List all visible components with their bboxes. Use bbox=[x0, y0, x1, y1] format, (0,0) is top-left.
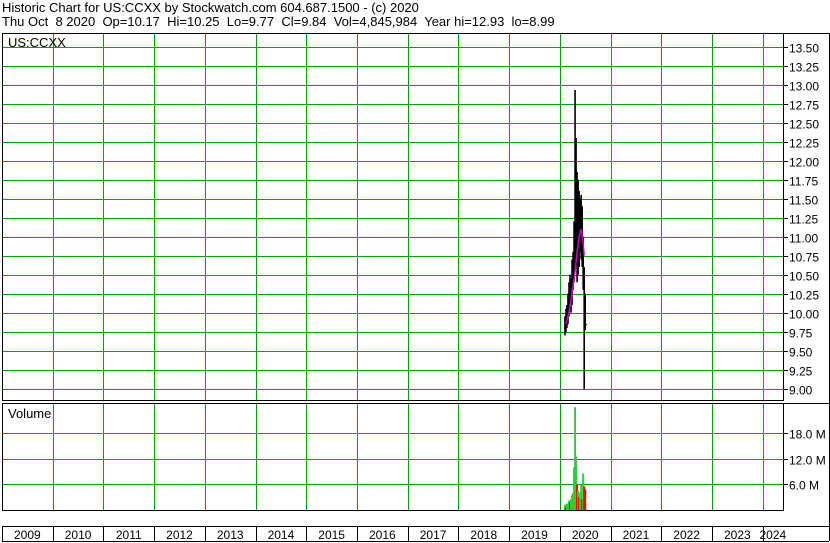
volume-tick-label: 6.0 M bbox=[789, 479, 819, 493]
x-tick-label: 2012 bbox=[166, 528, 193, 542]
volume-panel-label: Volume bbox=[8, 406, 51, 421]
y-tick-label: 13.25 bbox=[789, 61, 819, 75]
y-tick-label: 12.50 bbox=[789, 118, 819, 132]
grid-lines bbox=[2, 33, 783, 510]
volume-bar bbox=[584, 489, 587, 510]
y-tick-label: 11.50 bbox=[789, 194, 818, 208]
x-tick-label: 2010 bbox=[65, 528, 92, 542]
chart-window: Historic Chart for US:CCXX by Stockwatch… bbox=[0, 0, 830, 543]
y-tick-label: 12.25 bbox=[789, 137, 819, 151]
x-tick-label: 2015 bbox=[318, 528, 345, 542]
x-tick-label: 2016 bbox=[369, 528, 396, 542]
stock-chart: 2009 2010 2011 2012 2013 2014 2015 2016 2017 2018… bbox=[2, 33, 830, 543]
x-tick-label: 2014 bbox=[268, 528, 295, 542]
volume-tick-label: 18.0 M bbox=[789, 428, 826, 442]
y-tick-label: 10.50 bbox=[789, 270, 819, 284]
y-tick-label: 12.75 bbox=[789, 99, 819, 113]
axis-labels: 2009 2010 2011 2012 2013 2014 2015 2016 2017 2018… bbox=[14, 42, 826, 543]
x-tick-label: 2020 bbox=[572, 528, 599, 542]
y-tick-label: 13.00 bbox=[789, 80, 819, 94]
y-tick-label: 9.50 bbox=[789, 346, 813, 360]
y-tick-label: 9.75 bbox=[789, 327, 813, 341]
volume-panel-frame bbox=[2, 403, 784, 511]
x-tick-label: 2009 bbox=[14, 528, 41, 542]
price-panel-frame bbox=[2, 33, 784, 401]
price-panel-label: US:CCXX bbox=[8, 35, 66, 50]
y-tick-label: 9.00 bbox=[789, 384, 813, 398]
chart-frame bbox=[2, 33, 830, 542]
y-tick-label: 10.25 bbox=[789, 289, 819, 303]
x-tick-label: 2021 bbox=[623, 528, 650, 542]
x-tick-label: 2017 bbox=[420, 528, 447, 542]
y-tick-label: 10.75 bbox=[789, 251, 819, 265]
y-tick-label: 11.00 bbox=[789, 232, 818, 246]
x-tick-label: 2018 bbox=[470, 528, 497, 542]
price-bars bbox=[564, 89, 588, 390]
x-tick-label: 2023 bbox=[724, 528, 751, 542]
x-tick-label: 2022 bbox=[673, 528, 700, 542]
volume-bars bbox=[563, 407, 587, 510]
y-tick-label: 12.00 bbox=[789, 156, 819, 170]
y-tick-label: 11.25 bbox=[789, 213, 818, 227]
y-tick-label: 13.50 bbox=[789, 42, 819, 56]
x-tick-label: 2011 bbox=[116, 528, 142, 542]
y-tick-label: 11.75 bbox=[789, 175, 818, 189]
volume-tick-label: 12.0 M bbox=[789, 454, 826, 468]
x-tick-label: 2019 bbox=[521, 528, 548, 542]
x-tick-label: 2024 bbox=[760, 528, 787, 542]
y-tick-label: 9.25 bbox=[789, 365, 813, 379]
y-tick-label: 10.00 bbox=[789, 308, 819, 322]
x-tick-label: 2013 bbox=[217, 528, 244, 542]
